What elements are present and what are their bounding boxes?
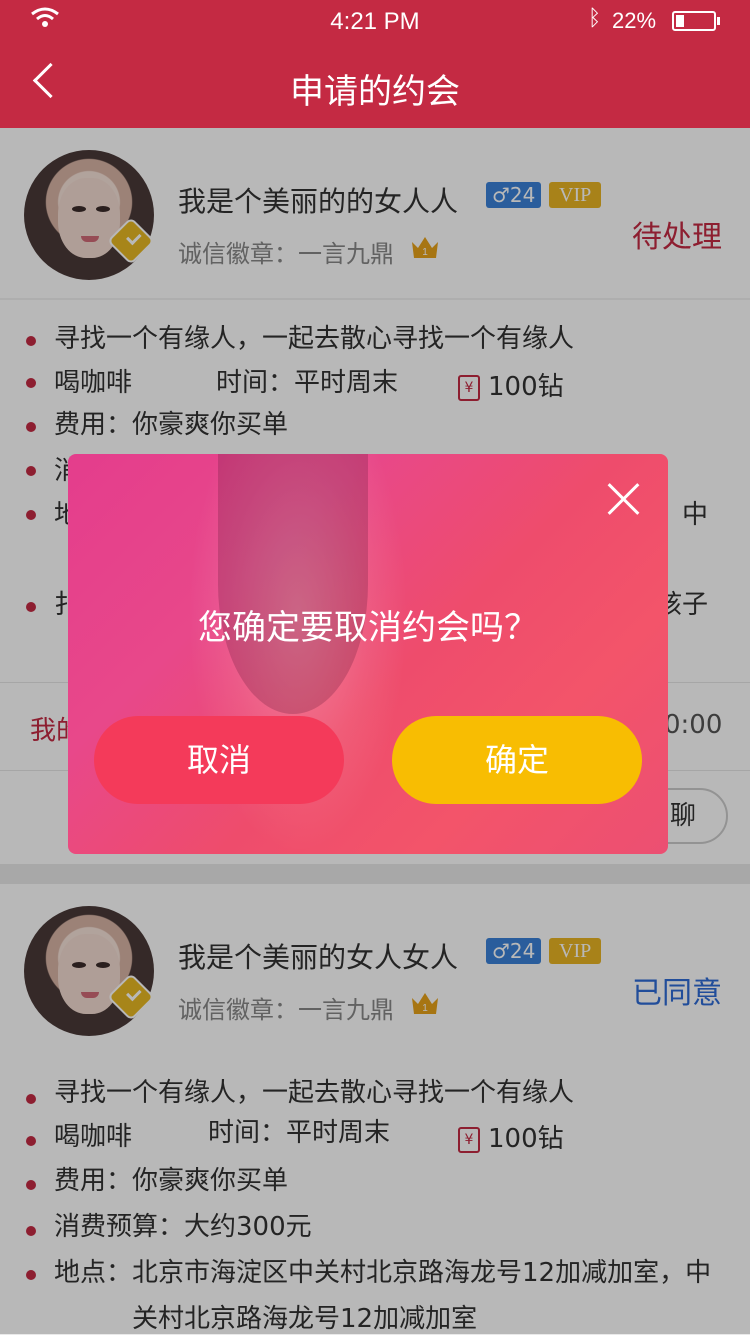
bluetooth-icon: ᛒ xyxy=(588,6,602,31)
dialog-message: 您确定要取消约会吗？ xyxy=(198,608,538,648)
page-title: 申请的约会 xyxy=(290,72,460,112)
nav-bar: 申请的约会 xyxy=(0,40,750,128)
cancel-button[interactable]: 取消 xyxy=(94,716,344,804)
background-photo-figure xyxy=(218,454,368,714)
cancel-date-dialog: 您确定要取消约会吗？ 取消 确定 xyxy=(68,454,668,854)
battery-icon xyxy=(672,11,720,31)
battery-fill xyxy=(676,15,684,27)
close-icon[interactable] xyxy=(606,482,640,516)
battery-percent: 22% xyxy=(612,8,657,33)
confirm-button[interactable]: 确定 xyxy=(392,716,642,804)
status-bar: 4:21 PM ᛒ 22% xyxy=(0,0,750,40)
